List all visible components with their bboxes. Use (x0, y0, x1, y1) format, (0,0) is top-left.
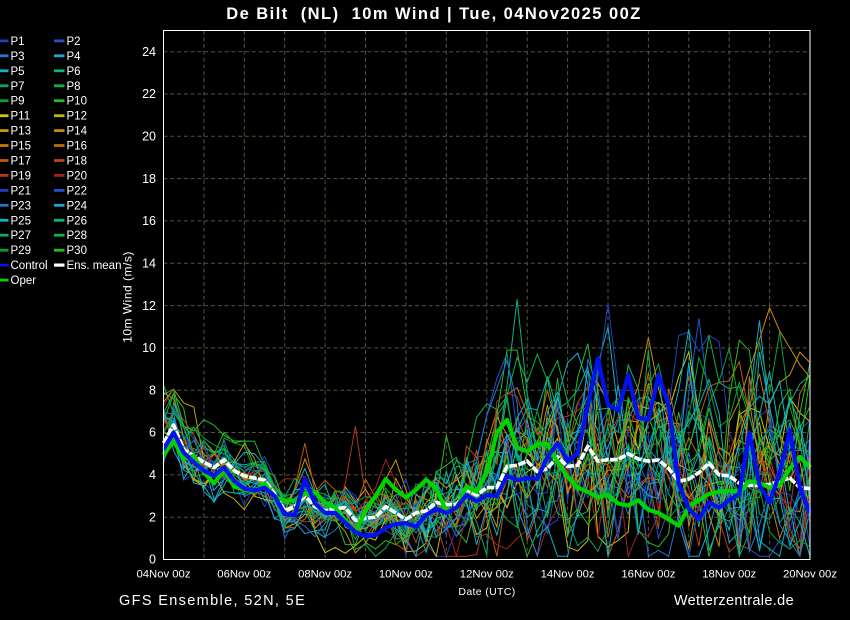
svg-text:20: 20 (142, 130, 156, 144)
svg-text:12Nov 00z: 12Nov 00z (460, 569, 514, 581)
svg-text:2: 2 (149, 510, 156, 524)
svg-text:0: 0 (149, 553, 156, 567)
svg-text:P28: P28 (67, 230, 87, 242)
svg-text:08Nov 00z: 08Nov 00z (298, 569, 352, 581)
svg-text:14Nov 00z: 14Nov 00z (541, 569, 595, 581)
svg-text:P27: P27 (11, 230, 31, 242)
svg-text:P20: P20 (67, 170, 87, 182)
svg-text:P13: P13 (11, 126, 31, 138)
svg-text:Date (UTC): Date (UTC) (458, 586, 515, 598)
svg-text:22: 22 (142, 87, 156, 101)
svg-text:P12: P12 (67, 111, 87, 123)
svg-text:P26: P26 (67, 215, 87, 227)
svg-text:P17: P17 (11, 156, 31, 168)
svg-text:P6: P6 (67, 66, 81, 78)
svg-text:Wetterzentrale.de: Wetterzentrale.de (674, 593, 794, 609)
svg-text:De Bilt (NL) 10m Wind | Tue,: De Bilt (NL) 10m Wind | Tue, 04Nov2025 0… (226, 5, 641, 23)
svg-text:P22: P22 (67, 185, 87, 197)
svg-text:P11: P11 (11, 111, 31, 123)
svg-text:P24: P24 (67, 200, 88, 212)
svg-text:Oper: Oper (11, 275, 37, 287)
svg-text:18: 18 (142, 172, 156, 186)
svg-text:P10: P10 (67, 96, 87, 108)
svg-text:P4: P4 (67, 51, 82, 63)
svg-text:P2: P2 (67, 36, 81, 48)
svg-text:10: 10 (142, 341, 156, 355)
svg-text:Control: Control (11, 260, 48, 272)
svg-text:P9: P9 (11, 96, 25, 108)
svg-text:P16: P16 (67, 141, 87, 153)
svg-text:P23: P23 (11, 200, 31, 212)
svg-text:GFS Ensemble, 52N, 5E: GFS Ensemble, 52N, 5E (119, 593, 306, 609)
svg-text:10m Wind (m/s): 10m Wind (m/s) (121, 251, 135, 343)
svg-text:16Nov 00z: 16Nov 00z (621, 569, 675, 581)
svg-text:P8: P8 (67, 81, 81, 93)
svg-text:P30: P30 (67, 245, 87, 257)
svg-text:04Nov 00z: 04Nov 00z (136, 569, 190, 581)
svg-text:18Nov 00z: 18Nov 00z (702, 569, 756, 581)
svg-text:P14: P14 (67, 126, 88, 138)
svg-text:Ens. mean: Ens. mean (67, 260, 122, 272)
svg-text:P15: P15 (11, 141, 31, 153)
svg-text:8: 8 (149, 383, 156, 397)
svg-text:P7: P7 (11, 81, 25, 93)
svg-text:06Nov 00z: 06Nov 00z (217, 569, 271, 581)
svg-text:P5: P5 (11, 66, 25, 78)
svg-text:P19: P19 (11, 170, 31, 182)
svg-text:14: 14 (142, 257, 156, 271)
svg-text:P3: P3 (11, 51, 25, 63)
svg-text:P29: P29 (11, 245, 31, 257)
svg-text:16: 16 (142, 214, 156, 228)
svg-text:4: 4 (149, 468, 156, 482)
svg-text:10Nov 00z: 10Nov 00z (379, 569, 433, 581)
svg-text:20Nov 00z: 20Nov 00z (783, 569, 837, 581)
svg-text:P25: P25 (11, 215, 31, 227)
svg-text:P18: P18 (67, 156, 87, 168)
svg-text:12: 12 (142, 299, 156, 313)
svg-text:P1: P1 (11, 36, 25, 48)
svg-text:P21: P21 (11, 185, 31, 197)
svg-text:6: 6 (149, 426, 156, 440)
svg-text:24: 24 (142, 45, 156, 59)
